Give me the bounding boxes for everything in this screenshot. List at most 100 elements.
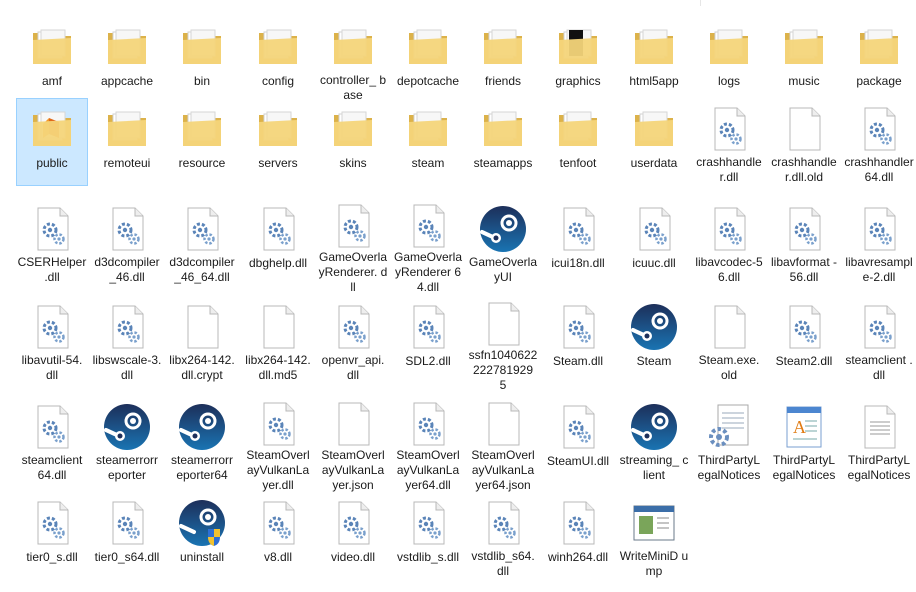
file-item-label: SteamOverl ayVulkanLa yer.json — [321, 448, 385, 492]
file-item[interactable]: libavresample-2.dll — [843, 198, 915, 286]
file-item[interactable]: tier0_s.dll — [16, 492, 88, 580]
application-window-icon — [628, 497, 680, 548]
file-item[interactable]: libx264-142. dll.md5 — [242, 296, 314, 384]
file-item[interactable]: libx264-142. dll.crypt — [166, 296, 238, 384]
file-item[interactable]: SDL2.dll — [392, 296, 464, 384]
file-item[interactable]: crashhandler.dll — [693, 98, 765, 186]
file-item[interactable]: resource — [166, 98, 238, 186]
file-item[interactable]: openvr_api. dll — [317, 296, 389, 384]
file-item-label: WriteMiniD ump — [619, 549, 689, 578]
file-item-label: uninstall — [179, 550, 225, 564]
file-item[interactable]: steamclient 64.dll — [16, 396, 88, 484]
file-item-label: tier0_s64.dll — [94, 550, 160, 564]
file-item-label: libx264-142. dll.crypt — [169, 353, 235, 382]
file-item[interactable]: amf — [16, 16, 88, 104]
file-item[interactable]: CSERHelper .dll — [16, 198, 88, 286]
file-item[interactable]: Steam — [618, 296, 690, 384]
file-item[interactable]: bin — [166, 16, 238, 104]
folder-icon — [101, 103, 153, 155]
file-item[interactable]: Steam2.dll — [768, 296, 840, 384]
file-item[interactable]: Steam.dll — [542, 296, 614, 384]
file-item[interactable]: friends — [467, 16, 539, 104]
file-item[interactable]: steamerrorr eporter — [91, 396, 163, 484]
dll-gear-icon — [252, 401, 304, 447]
file-item-label: icuuc.dll — [632, 256, 676, 270]
file-item-label: userdata — [630, 156, 678, 170]
dll-gear-icon — [477, 497, 529, 548]
file-item[interactable]: userdata — [618, 98, 690, 186]
file-item[interactable]: d3dcompiler_46.dll — [91, 198, 163, 286]
file-item[interactable]: tier0_s64.dll — [91, 492, 163, 580]
file-item[interactable]: steamclient .dll — [843, 296, 915, 384]
folder-icon — [176, 21, 228, 73]
file-item[interactable]: steam — [392, 98, 464, 186]
file-item[interactable]: config — [242, 16, 314, 104]
file-item[interactable]: icuuc.dll — [618, 198, 690, 286]
file-item[interactable]: d3dcompiler_46_64.dll — [166, 198, 238, 286]
dll-gear-icon — [252, 203, 304, 255]
wordpad-document-icon: A — [778, 401, 830, 452]
file-item[interactable]: crashhandler64.dll — [843, 98, 915, 186]
file-item[interactable]: servers — [242, 98, 314, 186]
file-item[interactable]: vstdlib_s.dll — [392, 492, 464, 580]
file-item-label: vstdlib_s64. dll — [471, 549, 535, 578]
file-item[interactable]: appcache — [91, 16, 163, 104]
file-item[interactable]: winh264.dll — [542, 492, 614, 580]
file-item[interactable]: video.dll — [317, 492, 389, 580]
dll-gear-icon — [552, 401, 604, 453]
file-item[interactable]: logs — [693, 16, 765, 104]
file-item[interactable]: libavformat -56.dll — [768, 198, 840, 286]
file-item-label: Steam.exe. old — [698, 353, 760, 382]
file-item[interactable]: public — [16, 98, 88, 186]
blank-file-icon — [703, 301, 755, 352]
file-item-label: skins — [339, 156, 367, 170]
file-item[interactable]: dbghelp.dll — [242, 198, 314, 286]
dll-gear-icon — [176, 203, 228, 254]
file-item[interactable]: html5app — [618, 16, 690, 104]
file-item[interactable]: music — [768, 16, 840, 104]
file-item[interactable]: SteamUI.dll — [542, 396, 614, 484]
file-item[interactable]: icui18n.dll — [542, 198, 614, 286]
file-item-label: ThirdPartyL egalNotices — [697, 453, 761, 482]
file-item-label: libavutil-54. dll — [21, 353, 83, 382]
blank-file-icon — [327, 401, 379, 447]
file-item[interactable]: steamapps — [467, 98, 539, 186]
file-item-label: openvr_api. dll — [321, 353, 385, 382]
file-item[interactable]: package — [843, 16, 915, 104]
file-item[interactable]: streaming_ client — [618, 396, 690, 484]
file-item-label: libavresample-2.dll — [845, 255, 913, 284]
file-item[interactable]: GameOverlayUI — [467, 198, 539, 286]
file-item[interactable]: Steam.exe. old — [693, 296, 765, 384]
file-item-label: ThirdPartyL egalNotices — [847, 453, 911, 482]
file-item[interactable]: A ThirdPartyL egalNotices — [768, 396, 840, 484]
file-item[interactable]: ThirdPartyL egalNotices — [693, 396, 765, 484]
file-item[interactable]: GameOverlayRenderer. dll — [317, 198, 389, 294]
file-item[interactable]: vstdlib_s64. dll — [467, 492, 539, 580]
file-item[interactable]: libavcodec-56.dll — [693, 198, 765, 286]
file-item[interactable]: SteamOverl ayVulkanLa yer.dll — [242, 396, 314, 492]
file-item[interactable]: SteamOverl ayVulkanLa yer64.dll — [392, 396, 464, 492]
file-item-label: graphics — [555, 74, 601, 88]
file-item[interactable]: graphics — [542, 16, 614, 104]
dll-gear-icon — [327, 203, 379, 249]
file-item-label: SteamOverl ayVulkanLa yer.dll — [246, 448, 310, 492]
file-item[interactable]: tenfoot — [542, 98, 614, 186]
file-item[interactable]: libavutil-54. dll — [16, 296, 88, 384]
file-item[interactable]: steamerrorr eporter64 — [166, 396, 238, 484]
file-item[interactable]: remoteui — [91, 98, 163, 186]
file-item[interactable]: ssfn1040622222781929 5 — [467, 296, 539, 392]
file-item[interactable]: uninstall — [166, 492, 238, 580]
file-item[interactable]: GameOverlayRenderer 64.dll — [392, 198, 464, 294]
file-item[interactable]: SteamOverl ayVulkanLa yer64.json — [467, 396, 539, 492]
file-item[interactable]: libswscale-3.dll — [91, 296, 163, 384]
file-item-label: libx264-142. dll.md5 — [245, 353, 311, 382]
file-item[interactable]: WriteMiniD ump — [618, 492, 690, 580]
file-item[interactable]: SteamOverl ayVulkanLa yer.json — [317, 396, 389, 492]
file-item[interactable]: v8.dll — [242, 492, 314, 580]
file-item[interactable]: ThirdPartyL egalNotices — [843, 396, 915, 484]
file-item-label: config — [261, 74, 295, 88]
file-item[interactable]: crashhandler.dll.old — [768, 98, 840, 186]
file-item[interactable]: skins — [317, 98, 389, 186]
file-item[interactable]: depotcache — [392, 16, 464, 104]
file-item[interactable]: controller_ base — [317, 16, 389, 104]
